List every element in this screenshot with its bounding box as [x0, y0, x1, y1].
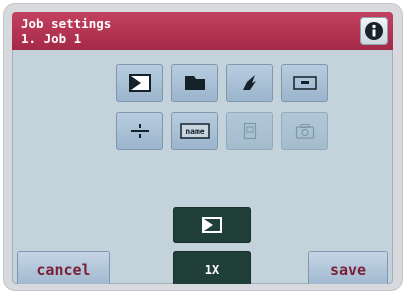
name-label-text: name: [185, 127, 204, 136]
document-folder-icon: [184, 76, 205, 90]
info-icon: [365, 22, 383, 40]
touch-screen: Job settings 1. Job 1 name cancel 1X sav…: [12, 12, 393, 284]
document-icon: [243, 122, 256, 140]
camera-icon: [295, 124, 314, 139]
envelope-flap-icon: [128, 74, 151, 92]
info-button[interactable]: [360, 17, 388, 45]
name-label-button[interactable]: name: [171, 112, 218, 150]
cancel-button[interactable]: cancel: [17, 251, 110, 284]
name-label-icon: name: [179, 123, 210, 139]
envelope-mode-button[interactable]: [173, 207, 251, 243]
envelope-flap-icon: [202, 217, 222, 233]
document-button[interactable]: [226, 112, 273, 150]
save-button[interactable]: save: [308, 251, 388, 284]
device-frame: Job settings 1. Job 1 name cancel 1X sav…: [3, 3, 403, 291]
fold-settings-button[interactable]: [171, 64, 218, 102]
job-name: 1. Job 1: [21, 31, 82, 46]
sealing-button[interactable]: [226, 64, 273, 102]
cancel-label: cancel: [36, 260, 91, 279]
save-label: save: [329, 260, 367, 279]
title-bar: Job settings 1. Job 1: [12, 12, 393, 50]
separator-button[interactable]: [116, 112, 163, 150]
camera-button[interactable]: [281, 112, 328, 150]
separator-icon: [130, 124, 149, 138]
copy-count-label: 1X: [204, 262, 220, 277]
envelope-flap-button[interactable]: [116, 64, 163, 102]
envelope-window-icon: [292, 76, 317, 90]
copy-count-button[interactable]: 1X: [173, 251, 251, 284]
page-title: Job settings: [21, 16, 112, 31]
envelope-window-button[interactable]: [281, 64, 328, 102]
sealing-icon: [242, 75, 256, 90]
